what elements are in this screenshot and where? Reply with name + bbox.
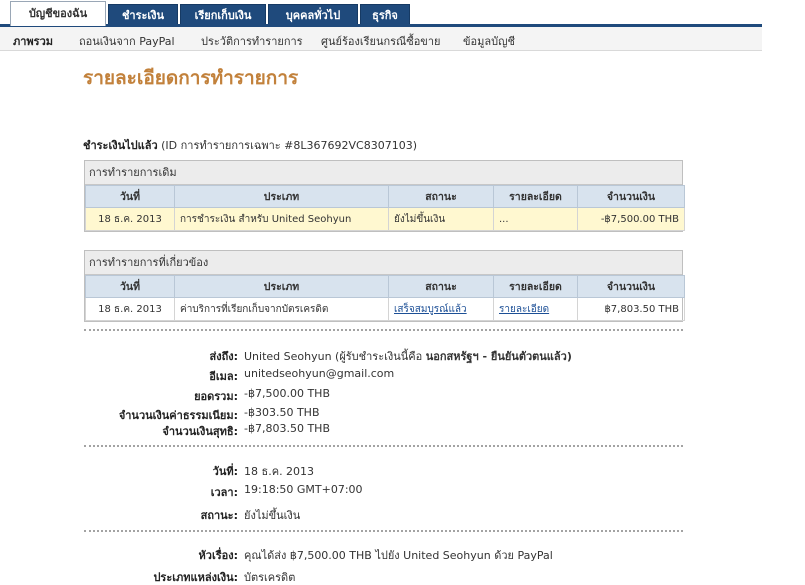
column-header-details: รายละเอียด <box>493 185 578 208</box>
column-header-date: วันที่ <box>85 185 175 208</box>
status-label: สถานะ: <box>200 509 238 522</box>
subnav-resolution-center[interactable]: ศูนย์ร้องเรียนกรณีซื้อขาย <box>321 32 440 50</box>
table-header-row: วันที่ ประเภท สถานะ รายละเอียด จำนวนเงิน <box>85 275 685 298</box>
email-value: unitedseohyun@gmail.com <box>244 367 395 380</box>
column-header-details: รายละเอียด <box>493 275 578 298</box>
row-date: 18 ธ.ค. 2013 <box>85 207 175 231</box>
subject-row: หัวเรื่อง: คุณได้ส่ง ฿7,500.00 THB ไปยัง… <box>0 546 805 562</box>
tab-personal[interactable]: บุคคลทั่วไป <box>268 4 358 25</box>
related-transaction-panel: การทำรายการที่เกี่ยวข้อง วันที่ ประเภท ส… <box>84 250 685 322</box>
paid-label: ชำระเงินไปแล้ว <box>83 139 158 152</box>
status-completed-link[interactable]: เสร็จสมบูรณ์แล้ว <box>394 304 467 315</box>
original-transaction-heading: การทำรายการเดิม <box>85 161 682 185</box>
funding-source-row: ประเภทแหล่งเงิน: บัตรเครดิต <box>0 568 805 584</box>
tab-send-money[interactable]: ชำระเงิน <box>108 4 178 25</box>
net-row: จำนวนเงินสุทธิ: -฿7,803.50 THB <box>0 422 805 438</box>
section-divider <box>84 445 683 447</box>
send-to-label: ส่งถึง: <box>209 350 238 363</box>
column-header-amount: จำนวนเงิน <box>577 275 685 298</box>
row-type: ค่าบริการที่เรียกเก็บจากบัตรเครดิต <box>174 297 389 321</box>
column-header-type: ประเภท <box>174 275 389 298</box>
funding-source-value: บัตรเครดิต <box>244 571 296 584</box>
sub-navigation: ภาพรวม ถอนเงินจาก PayPal ประวัติการทำราย… <box>0 27 762 51</box>
related-transaction-table: วันที่ ประเภท สถานะ รายละเอียด จำนวนเงิน… <box>85 275 685 321</box>
send-to-value: United Seohyun (ผู้รับชำระเงินนี้คือ นอก… <box>244 347 572 365</box>
subnav-history[interactable]: ประวัติการทำรายการ <box>201 32 303 50</box>
net-value: -฿7,803.50 THB <box>244 422 330 435</box>
tab-business[interactable]: ธุรกิจ <box>360 4 410 25</box>
time-row: เวลา: 19:18:50 GMT+07:00 <box>0 483 805 499</box>
status-value: ยังไม่ขึ้นเงิน <box>244 509 301 522</box>
recipient-name: United Seohyun (ผู้รับชำระเงินนี้คือ <box>244 350 423 363</box>
email-row: อีเมล: unitedseohyun@gmail.com <box>0 367 805 383</box>
original-transaction-panel: การทำรายการเดิม วันที่ ประเภท สถานะ รายล… <box>84 160 685 232</box>
table-header-row: วันที่ ประเภท สถานะ รายละเอียด จำนวนเงิน <box>85 185 685 208</box>
column-header-status: สถานะ <box>388 275 494 298</box>
row-date: 18 ธ.ค. 2013 <box>85 297 175 321</box>
column-header-date: วันที่ <box>85 275 175 298</box>
row-details: ... <box>493 207 578 231</box>
row-amount: ฿7,803.50 THB <box>577 297 685 321</box>
row-status-cell: เสร็จสมบูรณ์แล้ว <box>388 297 494 321</box>
main-tabs: บัญชีของฉัน ชำระเงิน เรียกเก็บเงิน บุคคล… <box>0 0 805 27</box>
total-value: -฿7,500.00 THB <box>244 387 330 400</box>
fee-value: -฿303.50 THB <box>244 406 320 419</box>
row-status: ยังไม่ขึ้นเงิน <box>388 207 494 231</box>
status-row: สถานะ: ยังไม่ขึ้นเงิน <box>0 506 805 522</box>
send-to-row: ส่งถึง: United Seohyun (ผู้รับชำระเงินนี… <box>0 347 805 363</box>
tab-my-account[interactable]: บัญชีของฉัน <box>10 1 106 26</box>
section-divider <box>84 530 683 532</box>
subnav-withdraw[interactable]: ถอนเงินจาก PayPal <box>79 32 175 50</box>
table-row: 18 ธ.ค. 2013 ค่าบริการที่เรียกเก็บจากบัต… <box>85 297 685 321</box>
row-type: การชำระเงิน สำหรับ United Seohyun <box>174 207 389 231</box>
recipient-status: นอกสหรัฐฯ - ยืนยันตัวตนแล้ว) <box>425 350 572 363</box>
subnav-profile[interactable]: ข้อมูลบัญชี <box>463 32 515 50</box>
column-header-amount: จำนวนเงิน <box>577 185 685 208</box>
date-value: 18 ธ.ค. 2013 <box>244 465 315 478</box>
fee-row: จำนวนเงินค่าธรรมเนียม: -฿303.50 THB <box>0 406 805 422</box>
table-row: 18 ธ.ค. 2013 การชำระเงิน สำหรับ United S… <box>85 207 685 231</box>
time-label: เวลา: <box>210 486 238 499</box>
time-value: 19:18:50 GMT+07:00 <box>244 483 363 496</box>
transaction-id-line: ชำระเงินไปแล้ว (ID การทำรายการเฉพาะ #8L3… <box>83 136 417 154</box>
related-transaction-heading: การทำรายการที่เกี่ยวข้อง <box>85 251 682 275</box>
original-transaction-table: วันที่ ประเภท สถานะ รายละเอียด จำนวนเงิน… <box>85 185 685 231</box>
tab-request-money[interactable]: เรียกเก็บเงิน <box>180 4 266 25</box>
details-link[interactable]: รายละเอียด <box>499 304 549 315</box>
subject-label: หัวเรื่อง: <box>198 549 238 562</box>
total-label: ยอดรวม: <box>194 390 238 403</box>
column-header-type: ประเภท <box>174 185 389 208</box>
date-row: วันที่: 18 ธ.ค. 2013 <box>0 462 805 478</box>
section-divider <box>84 329 683 331</box>
page-title: รายละเอียดการทำรายการ <box>83 67 299 89</box>
total-row: ยอดรวม: -฿7,500.00 THB <box>0 387 805 403</box>
funding-source-label: ประเภทแหล่งเงิน: <box>153 571 238 584</box>
subnav-overview[interactable]: ภาพรวม <box>13 32 53 50</box>
net-label: จำนวนเงินสุทธิ: <box>162 425 238 438</box>
email-label: อีเมล: <box>209 370 238 383</box>
subject-value: คุณได้ส่ง ฿7,500.00 THB ไปยัง United Seo… <box>244 549 553 562</box>
row-details-cell: รายละเอียด <box>493 297 578 321</box>
row-amount: -฿7,500.00 THB <box>577 207 685 231</box>
column-header-status: สถานะ <box>388 185 494 208</box>
transaction-id: (ID การทำรายการเฉพาะ #8L367692VC8307103) <box>161 139 417 152</box>
date-label: วันที่: <box>212 465 238 478</box>
